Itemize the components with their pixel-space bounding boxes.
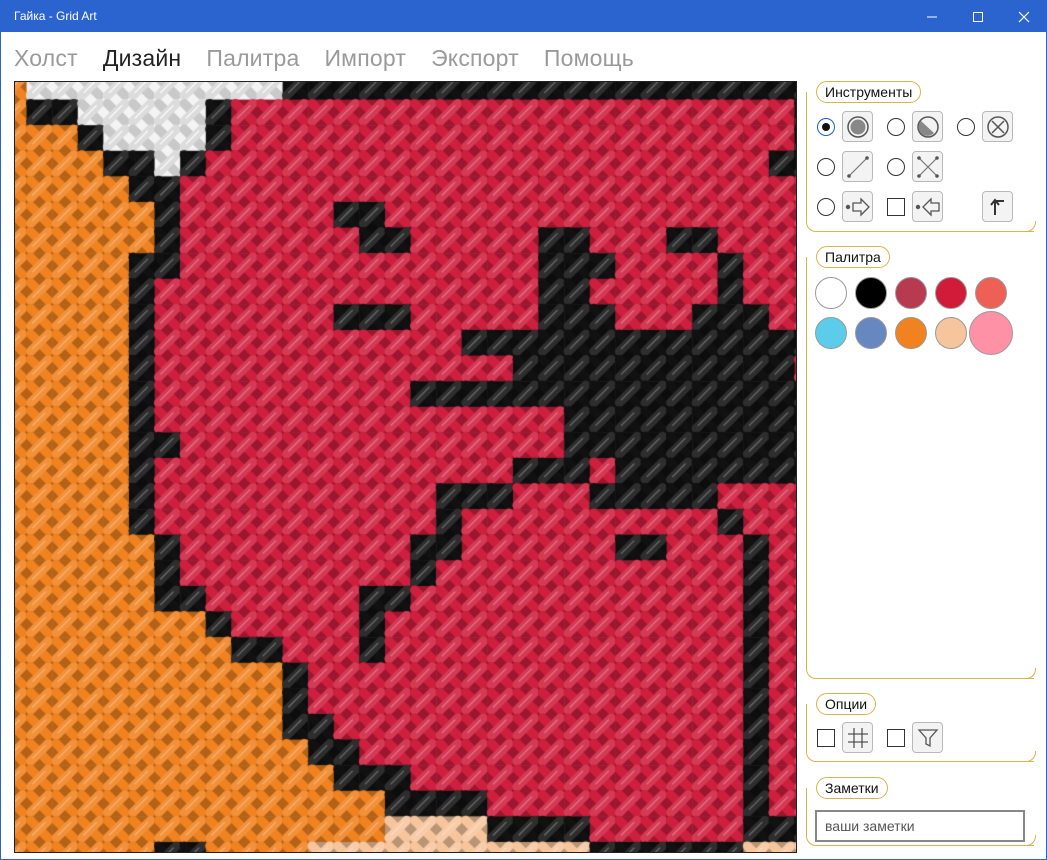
palette-swatch[interactable] xyxy=(975,277,1007,309)
cross-line-icon xyxy=(916,155,939,178)
tool-radio-move-right[interactable] xyxy=(817,198,835,216)
close-button[interactable] xyxy=(1001,1,1047,32)
notes-panel-label: Заметки xyxy=(816,777,888,799)
filter-option-button[interactable] xyxy=(912,722,943,753)
tool-radio-cross-line[interactable] xyxy=(887,158,905,176)
palette-swatch[interactable] xyxy=(815,317,847,349)
options-panel: Опции xyxy=(806,693,1036,762)
fill-circle-icon xyxy=(846,115,869,138)
arrow-right-icon xyxy=(845,196,870,217)
palette-swatch[interactable] xyxy=(815,277,847,309)
stitch-canvas-area[interactable] xyxy=(14,81,797,853)
tool-checkbox-move-left[interactable] xyxy=(887,198,905,216)
palette-swatch[interactable] xyxy=(895,277,927,309)
half-circle-icon xyxy=(916,115,939,138)
stitch-canvas[interactable] xyxy=(15,82,796,852)
tool-radio-fill[interactable] xyxy=(817,118,835,136)
maximize-icon xyxy=(973,11,983,22)
palette-swatch[interactable] xyxy=(969,311,1013,355)
maximize-button[interactable] xyxy=(955,1,1001,32)
tool-radio-erase[interactable] xyxy=(957,118,975,136)
palette-panel-label: Палитра xyxy=(816,246,890,268)
tool-radio-line[interactable] xyxy=(817,158,835,176)
palette-panel: Палитра xyxy=(806,246,1036,679)
notes-input[interactable] xyxy=(815,810,1025,842)
tools-panel-label: Инструменты xyxy=(816,81,922,103)
tool-radio-half[interactable] xyxy=(887,118,905,136)
palette-swatch[interactable] xyxy=(855,277,887,309)
title-bar[interactable]: Гайка - Grid Art xyxy=(1,1,1046,32)
minimize-button[interactable] xyxy=(909,1,955,32)
erase-tool-button[interactable] xyxy=(982,111,1013,142)
close-icon xyxy=(1018,11,1030,22)
tools-panel: Инструменты xyxy=(806,81,1036,232)
move-right-tool-button[interactable] xyxy=(842,191,873,222)
cross-circle-icon xyxy=(986,115,1009,138)
option-checkbox-grid[interactable] xyxy=(817,729,835,747)
menu-item-design[interactable]: Дизайн xyxy=(103,45,182,72)
line-icon xyxy=(846,155,869,178)
palette-swatch[interactable] xyxy=(895,317,927,349)
line-tool-button[interactable] xyxy=(842,151,873,182)
notes-panel: Заметки xyxy=(806,777,1036,846)
fill-tool-button[interactable] xyxy=(842,111,873,142)
half-stitch-tool-button[interactable] xyxy=(912,111,943,142)
cross-line-tool-button[interactable] xyxy=(912,151,943,182)
app-window: Гайка - Grid Art Холст Дизайн Палитра Им… xyxy=(0,0,1047,860)
menu-item-palette[interactable]: Палитра xyxy=(206,45,299,72)
filter-icon xyxy=(917,728,938,747)
palette-swatch[interactable] xyxy=(935,317,967,349)
menu-item-export[interactable]: Экспорт xyxy=(431,45,519,72)
grid-icon xyxy=(847,727,868,748)
move-left-tool-button[interactable] xyxy=(912,191,943,222)
main-menu: Холст Дизайн Палитра Импорт Экспорт Помо… xyxy=(14,45,659,72)
option-checkbox-filter[interactable] xyxy=(887,729,905,747)
menu-item-import[interactable]: Импорт xyxy=(324,45,406,72)
undo-arrow-icon xyxy=(989,197,1004,215)
palette-swatch[interactable] xyxy=(935,277,967,309)
options-panel-label: Опции xyxy=(816,693,877,715)
arrow-left-icon xyxy=(915,196,940,217)
menu-item-help[interactable]: Помощь xyxy=(544,45,634,72)
undo-button[interactable] xyxy=(982,191,1013,222)
palette-swatch[interactable] xyxy=(855,317,887,349)
minimize-icon xyxy=(927,16,937,17)
grid-option-button[interactable] xyxy=(842,722,873,753)
menu-item-canvas[interactable]: Холст xyxy=(14,45,78,72)
window-title: Гайка - Grid Art xyxy=(14,9,97,23)
